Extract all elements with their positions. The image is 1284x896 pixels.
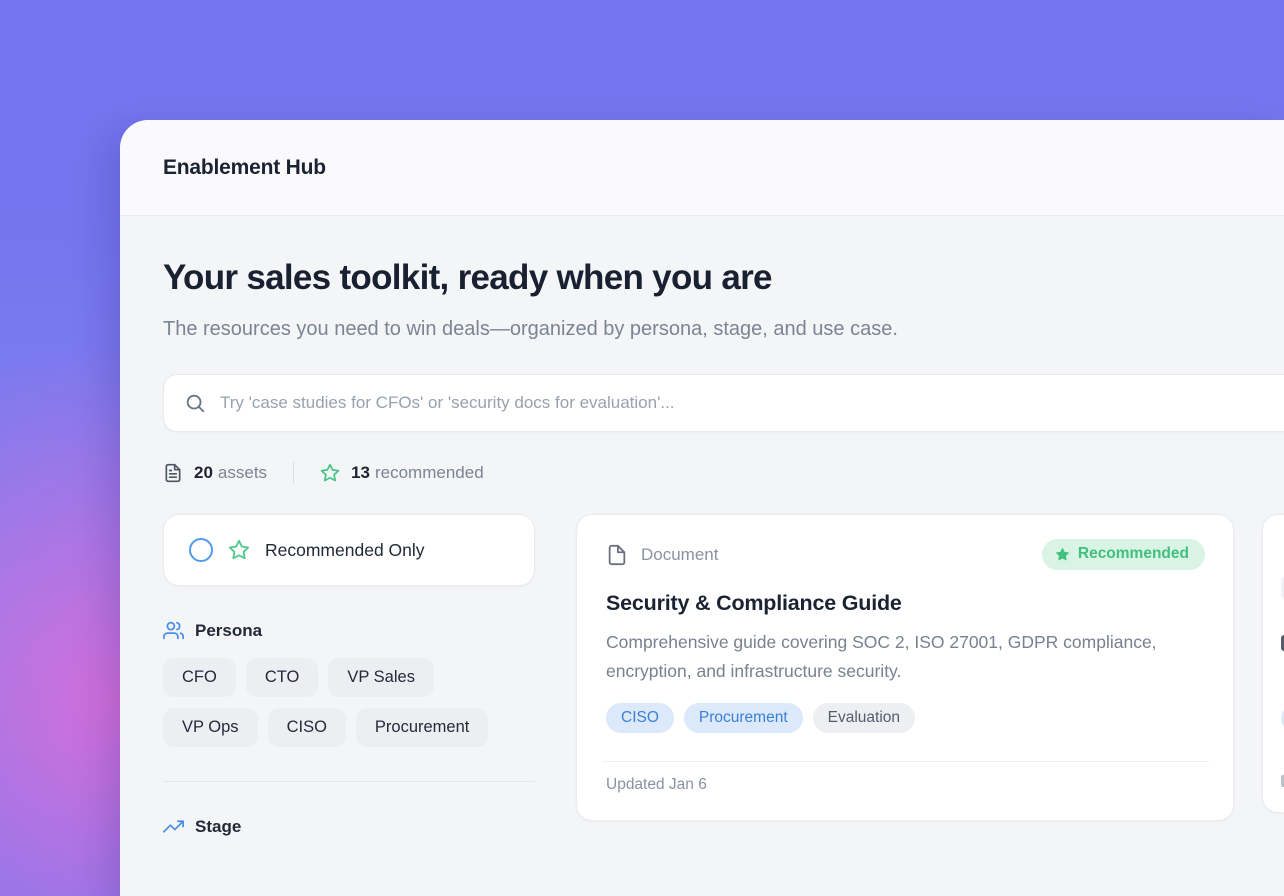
asset-card-security-compliance[interactable]: Document Recommended Security & Complian… xyxy=(576,514,1234,821)
persona-filter-chip[interactable]: Procurement xyxy=(356,708,488,747)
page-content: Your sales toolkit, ready when you are T… xyxy=(120,258,1284,837)
search-bar[interactable] xyxy=(163,374,1284,432)
star-icon xyxy=(320,463,340,483)
persona-filter-header: Persona xyxy=(163,620,535,641)
file-text-icon xyxy=(163,463,183,483)
stage-filter-label: Stage xyxy=(195,817,241,837)
recommended-only-toggle[interactable]: Recommended Only xyxy=(163,514,535,586)
stage-filter-header: Stage xyxy=(163,816,535,837)
persona-filter-chip[interactable]: CTO xyxy=(246,658,319,697)
card-tag: Procurement xyxy=(684,703,803,733)
persona-chip-list: CFO CTOVP Sales VP Ops CISO Procurement xyxy=(163,658,535,747)
filters-sidebar: Recommended Only Persona CFO CTOVP Sales V… xyxy=(163,514,535,837)
search-icon xyxy=(184,392,206,414)
trending-up-icon xyxy=(163,816,184,837)
file-icon xyxy=(606,544,628,566)
persona-filter-chip[interactable]: VP Sales xyxy=(328,658,434,697)
app-title: Enablement Hub xyxy=(163,156,326,180)
recommended-badge: Recommended xyxy=(1042,539,1205,570)
stats-row: 20 assets 13 recommended xyxy=(163,462,1284,484)
star-filled-icon xyxy=(1055,547,1070,562)
stats-divider xyxy=(293,462,294,484)
recommended-count: 13 xyxy=(351,463,370,483)
assets-label: assets xyxy=(218,463,267,483)
persona-filter-chip[interactable]: CISO xyxy=(268,708,346,747)
card-description: Comprehensive guide covering SOC 2, ISO … xyxy=(606,628,1194,686)
persona-filter-chip[interactable]: VP Ops xyxy=(163,708,258,747)
persona-filter-label: Persona xyxy=(195,621,262,641)
recommended-label: recommended xyxy=(375,463,484,483)
card-title: Security & Compliance Guide xyxy=(606,591,1205,616)
sidebar-divider xyxy=(163,781,535,782)
card-tags-row: CISO Procurement Evaluation xyxy=(606,703,1205,733)
card-type-label: Document xyxy=(641,545,718,565)
page-title: Your sales toolkit, ready when you are xyxy=(163,258,1284,298)
asset-cards-row: Document Recommended Security & Complian… xyxy=(576,514,1284,821)
card-tag: CISO xyxy=(606,703,674,733)
toggle-circle-icon[interactable] xyxy=(189,538,213,562)
app-header: Enablement Hub xyxy=(120,120,1284,216)
page-subtitle: The resources you need to win deals—orga… xyxy=(163,311,981,348)
star-icon xyxy=(228,539,250,561)
users-icon xyxy=(163,620,184,641)
card-divider xyxy=(602,761,1209,762)
main-panel: Enablement Hub Your sales toolkit, ready… xyxy=(120,120,1284,896)
persona-filter-chip[interactable]: CFO xyxy=(163,658,236,697)
recommended-only-label: Recommended Only xyxy=(265,540,425,561)
asset-card-partial[interactable] xyxy=(1262,514,1284,813)
card-tag: Evaluation xyxy=(813,703,915,733)
card-updated-label: Updated Jan 6 xyxy=(606,776,1205,794)
assets-count: 20 xyxy=(194,463,213,483)
recommended-badge-label: Recommended xyxy=(1078,545,1189,563)
search-input[interactable] xyxy=(220,393,1120,413)
